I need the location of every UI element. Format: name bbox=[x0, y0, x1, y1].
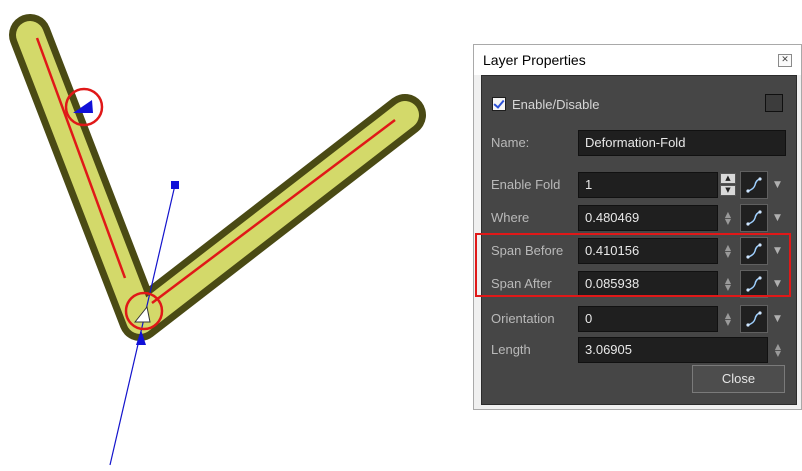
span-before-line bbox=[35, 37, 127, 279]
enable-fold-label: Enable Fold bbox=[491, 177, 561, 192]
function-curve-icon bbox=[746, 311, 762, 327]
orientation-dropdown-icon[interactable]: ▼ bbox=[774, 314, 784, 324]
lock-checkbox[interactable] bbox=[765, 94, 783, 112]
function-curve-icon bbox=[746, 210, 762, 226]
dialog-titlebar: Layer Properties ✕ bbox=[474, 45, 801, 75]
where-input[interactable]: 0.480469 bbox=[578, 205, 718, 231]
where-dropdown-icon[interactable]: ▼ bbox=[774, 213, 784, 223]
name-input[interactable]: Deformation-Fold bbox=[578, 130, 786, 156]
enable-disable-checkbox[interactable] bbox=[492, 97, 506, 111]
dialog-title: Layer Properties bbox=[483, 52, 586, 68]
enable-fold-function-button[interactable] bbox=[740, 171, 768, 199]
orientation-handle[interactable] bbox=[171, 181, 179, 189]
orientation-label: Orientation bbox=[491, 311, 555, 326]
length-spin-icon[interactable]: ▲ ▼ bbox=[774, 343, 782, 358]
stepper-down-icon[interactable]: ▼ bbox=[720, 185, 736, 196]
enable-fold-stepper[interactable]: ▲ ▼ bbox=[720, 173, 736, 197]
function-curve-icon bbox=[746, 177, 762, 193]
enable-disable-label: Enable/Disable bbox=[512, 96, 600, 112]
stepper-up-icon[interactable]: ▲ bbox=[720, 173, 736, 184]
where-spin-icon[interactable]: ▲ ▼ bbox=[724, 211, 732, 226]
length-input[interactable]: 3.06905 bbox=[578, 337, 768, 363]
name-label: Name: bbox=[491, 135, 530, 150]
enable-fold-input[interactable]: 1 bbox=[578, 172, 718, 198]
where-label: Where bbox=[491, 210, 530, 225]
close-icon[interactable]: ✕ bbox=[778, 54, 792, 67]
enable-disable-row[interactable]: Enable/Disable bbox=[492, 95, 599, 113]
length-label: Length bbox=[491, 342, 531, 357]
layer-properties-dialog: Layer Properties ✕ Enable/Disable Name: … bbox=[473, 44, 802, 410]
where-function-button[interactable] bbox=[740, 204, 768, 232]
span-rows-highlight bbox=[475, 233, 791, 297]
deformation-fold-shape[interactable] bbox=[9, 14, 426, 341]
span-after-line bbox=[151, 119, 396, 304]
orientation-function-button[interactable] bbox=[740, 305, 768, 333]
enable-fold-dropdown-icon[interactable]: ▼ bbox=[774, 180, 784, 190]
orientation-spin-icon[interactable]: ▲ ▼ bbox=[724, 312, 732, 327]
close-button[interactable]: Close bbox=[692, 365, 785, 393]
orientation-input[interactable]: 0 bbox=[578, 306, 718, 332]
